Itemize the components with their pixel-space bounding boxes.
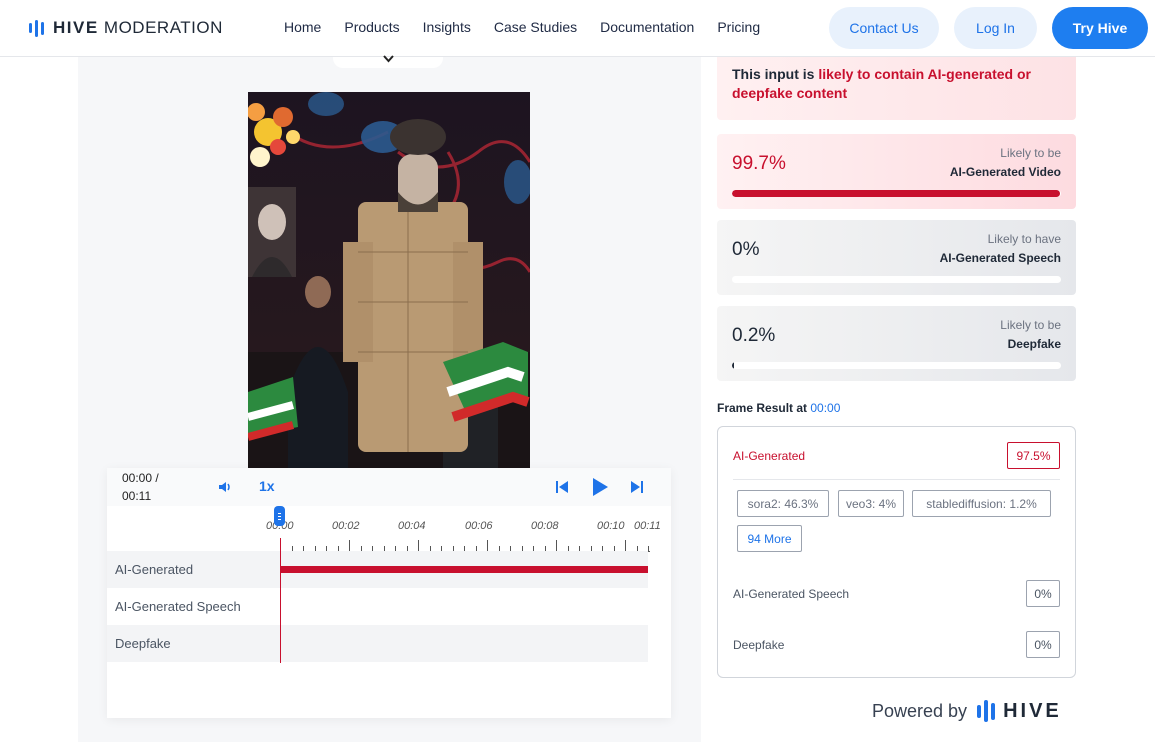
logo-text: HIVE MODERATION [53,18,223,37]
score-percent: 99.7% [732,153,786,174]
track-deepfake: Deepfake [107,625,648,662]
powered-by-text: Powered by [872,700,968,721]
tick-label: 00:02 [332,520,360,532]
score-bar-fill [732,190,1060,197]
chevron-down-icon [383,55,394,63]
top-navbar: HIVE MODERATION Home Products Insights C… [0,0,1155,57]
playhead-handle[interactable] [274,506,285,526]
hive-logo-icon [29,19,44,37]
tick-label: 00:04 [398,520,426,532]
nav-links: Home Products Insights Case Studies Docu… [284,19,783,35]
video-frame-image [248,92,530,468]
verdict-banner: This input is likely to contain AI-gener… [717,57,1076,120]
collapse-toggle[interactable] [333,55,443,68]
tick-label: 00:08 [531,520,559,532]
frame-speech-score: 0% [1026,580,1060,607]
hive-logo-icon [977,700,996,722]
skip-back-icon[interactable] [555,480,569,494]
score-bar [732,362,1061,369]
log-in-button[interactable]: Log In [954,7,1037,49]
duration: 00:11 [122,489,152,503]
nav-documentation[interactable]: Documentation [600,19,694,35]
nav-case-studies[interactable]: Case Studies [494,19,577,35]
model-chip-stablediffusion[interactable]: stablediffusion: 1.2% [912,490,1051,517]
score-card-ai-generated-speech: 0% Likely to have AI-Generated Speech [717,220,1076,295]
score-caption: Likely to have [987,232,1061,246]
score-bar [732,276,1061,283]
frame-result-title: Frame Result at 00:00 [717,401,841,415]
tick-label: 00:10 [597,520,625,532]
track-label: AI-Generated [115,562,194,577]
frame-deepfake-score: 0% [1026,631,1060,658]
player-controls: 00:00 / 00:11 1x [107,468,671,506]
playhead-line [280,538,281,663]
track-label: AI-Generated Speech [115,599,241,614]
score-caption: Likely to be [1000,318,1061,332]
frame-deepfake-label: Deepfake [733,638,785,652]
video-player: 00:00 / 00:11 1x 00:00 00:02 00:04 00:06… [107,468,671,718]
timeline-ruler[interactable]: 00:00 00:02 00:04 00:06 00:08 00:10 00:1… [107,506,671,552]
track-label: Deepfake [115,636,171,651]
current-time: 00:00 / [122,471,159,485]
track-ai-generated: AI-Generated [107,551,648,588]
score-card-ai-generated-video: 99.7% Likely to be AI-Generated Video [717,134,1076,209]
playback-speed-button[interactable]: 1x [259,478,275,494]
nav-insights[interactable]: Insights [423,19,471,35]
volume-icon[interactable] [217,479,233,495]
score-percent: 0.2% [732,325,776,346]
frame-ai-generated-score: 97.5% [1007,442,1060,469]
video-preview[interactable] [248,92,530,468]
score-bar [732,190,1061,197]
frame-result-panel: AI-Generated 97.5% sora2: 46.3% veo3: 4%… [717,426,1076,678]
skip-forward-icon[interactable] [630,480,644,494]
time-readout: 00:00 / 00:11 [122,469,172,505]
model-chip-sora2[interactable]: sora2: 46.3% [737,490,829,517]
nav-products[interactable]: Products [344,19,399,35]
score-category: Deepfake [1007,337,1061,351]
tick-mark [648,546,649,552]
more-models-button[interactable]: 94 More [737,525,802,552]
frame-speech-label: AI-Generated Speech [733,587,850,601]
try-hive-button[interactable]: Try Hive [1052,7,1148,49]
score-caption: Likely to be [1000,146,1061,160]
play-icon[interactable] [591,477,609,497]
track-ai-generated-speech: AI-Generated Speech [107,588,648,625]
divider [733,479,1060,480]
nav-pricing[interactable]: Pricing [717,19,760,35]
contact-us-button[interactable]: Contact Us [829,7,939,49]
score-card-deepfake: 0.2% Likely to be Deepfake [717,306,1076,381]
score-category: AI-Generated Video [949,165,1061,179]
powered-by-hive[interactable]: Powered by HIVE [872,697,1062,725]
ai-generated-detection-bar [280,566,648,573]
nav-home[interactable]: Home [284,19,321,35]
hive-wordmark: HIVE [1003,699,1062,722]
hive-moderation-logo[interactable]: HIVE MODERATION [29,17,223,39]
tick-label: 00:06 [465,520,493,532]
tick-label: 00:11 [634,520,661,532]
frame-time: 00:00 [810,401,841,415]
frame-ai-generated-label: AI-Generated [733,449,806,463]
verdict-prefix: This input is [732,66,819,82]
score-percent: 0% [732,239,760,260]
score-bar-fill [732,362,734,369]
score-category: AI-Generated Speech [939,251,1061,265]
model-chip-veo3[interactable]: veo3: 4% [838,490,904,517]
